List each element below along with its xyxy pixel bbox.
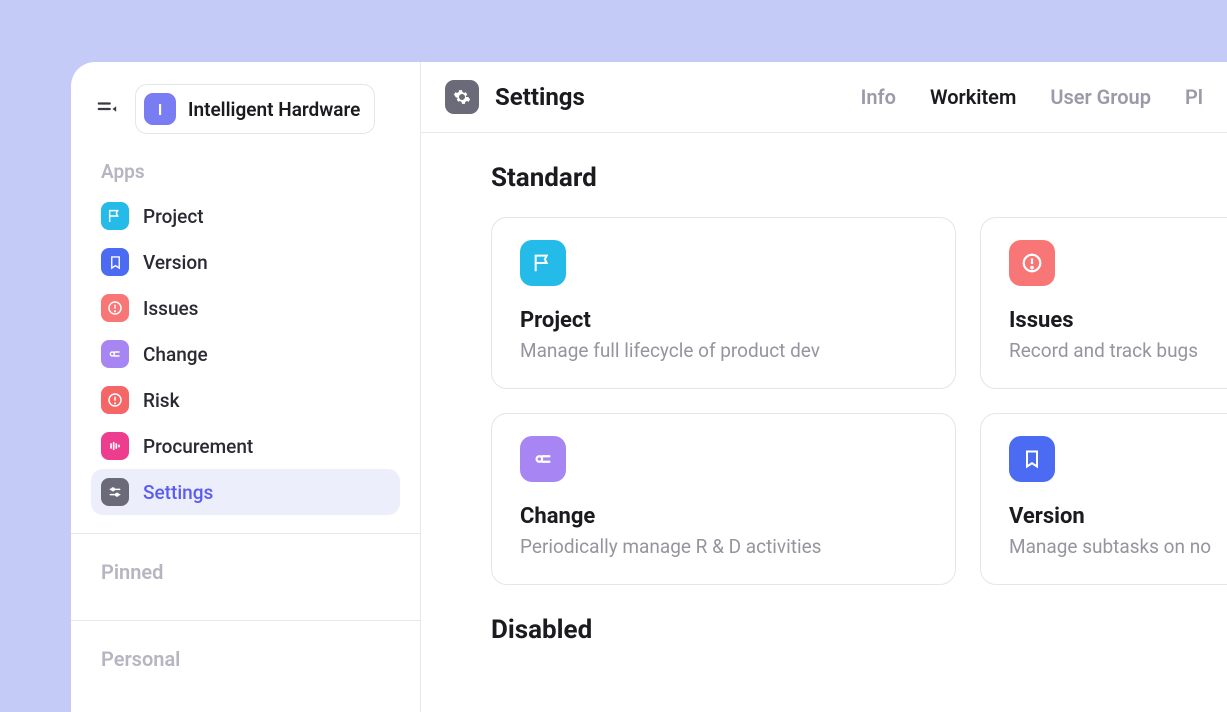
section-title-disabled: Disabled [491,615,1157,645]
sidebar-item-label: Issues [143,297,198,320]
page-title: Settings [495,83,585,111]
tab-pl[interactable]: Pl [1185,85,1203,109]
sidebar-item-settings[interactable]: Settings [91,469,400,515]
gear-icon [445,80,479,114]
section-title-standard: Standard [491,163,1157,193]
workspace-selector[interactable]: I Intelligent Hardware [135,84,375,134]
collapse-sidebar-button[interactable] [93,95,121,123]
sidebar-item-project[interactable]: Project [91,193,400,239]
swap-icon [101,340,129,368]
card-row: Project Manage full lifecycle of product… [491,217,1157,389]
tab-user-group[interactable]: User Group [1050,85,1151,109]
sidebar-item-change[interactable]: Change [91,331,400,377]
sidebar-item-version[interactable]: Version [91,239,400,285]
divider [71,533,420,534]
tab-workitem[interactable]: Workitem [930,85,1016,109]
app-window: I Intelligent Hardware Apps Project Vers… [71,62,1227,712]
sliders-icon [101,478,129,506]
sidebar-nav-list: Project Version Issues Change [71,193,420,515]
card-change[interactable]: Change Periodically manage R & D activit… [491,413,956,585]
workspace-avatar: I [144,93,176,125]
section-disabled: Disabled [491,615,1157,645]
bars-icon [101,432,129,460]
card-version[interactable]: Version Manage subtasks on no [980,413,1227,585]
sidebar: I Intelligent Hardware Apps Project Vers… [71,62,421,712]
divider [71,620,420,621]
card-project[interactable]: Project Manage full lifecycle of product… [491,217,956,389]
sidebar-section-pinned: Pinned [71,552,420,602]
card-title: Issues [1009,308,1227,333]
collapse-icon [96,98,118,120]
main-panel: Settings Info Workitem User Group Pl Sta… [421,62,1227,712]
card-issues[interactable]: Issues Record and track bugs [980,217,1227,389]
sidebar-header: I Intelligent Hardware [71,62,420,154]
sidebar-item-label: Version [143,251,208,274]
sidebar-item-label: Procurement [143,435,253,458]
sidebar-item-issues[interactable]: Issues [91,285,400,331]
sidebar-section-apps: Apps [71,154,420,193]
card-row: Change Periodically manage R & D activit… [491,413,1157,585]
sidebar-item-label: Settings [143,481,213,504]
header-tabs: Info Workitem User Group Pl [861,85,1203,109]
sidebar-section-personal: Personal [71,639,420,689]
card-desc: Manage full lifecycle of product dev [520,339,927,362]
card-title: Version [1009,504,1227,529]
sidebar-item-label: Change [143,343,208,366]
sidebar-item-label: Risk [143,389,180,412]
alert-icon [101,294,129,322]
tab-info[interactable]: Info [861,85,896,109]
card-desc: Manage subtasks on no [1009,535,1227,558]
bookmark-icon [101,248,129,276]
content-area: Standard Project Manage full lifecycle o… [421,133,1227,669]
card-desc: Record and track bugs [1009,339,1227,362]
swap-icon [520,436,566,482]
sidebar-item-procurement[interactable]: Procurement [91,423,400,469]
sidebar-item-risk[interactable]: Risk [91,377,400,423]
main-header: Settings Info Workitem User Group Pl [421,62,1227,133]
flag-icon [520,240,566,286]
card-title: Project [520,308,927,333]
flag-icon [101,202,129,230]
sidebar-item-label: Project [143,205,204,228]
card-desc: Periodically manage R & D activities [520,535,927,558]
workspace-name: Intelligent Hardware [188,98,360,121]
alert-icon [1009,240,1055,286]
bookmark-icon [1009,436,1055,482]
alert-icon [101,386,129,414]
card-title: Change [520,504,927,529]
